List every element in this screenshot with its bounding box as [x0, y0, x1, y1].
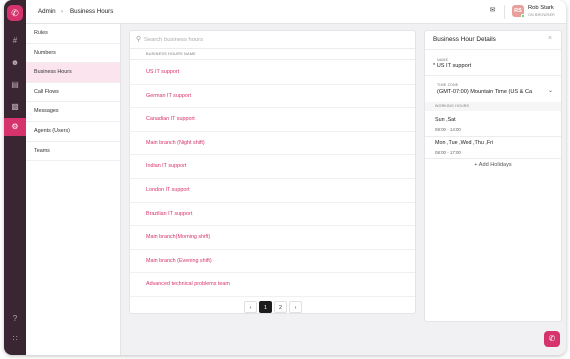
- list-item[interactable]: Advanced technical problems team: [130, 273, 415, 297]
- phone-icon[interactable]: ✆: [7, 5, 23, 21]
- list-item[interactable]: Main branch (Evening shift): [130, 250, 415, 274]
- divider: [425, 136, 561, 137]
- divider: [504, 5, 505, 19]
- subnav-item-agents[interactable]: Agents (Users): [26, 122, 120, 142]
- close-icon[interactable]: ×: [548, 35, 552, 42]
- users-icon[interactable]: ☻: [4, 54, 26, 72]
- business-hours-list: ⚲ BUSINESS HOURS NAME US IT support Germ…: [129, 30, 416, 314]
- add-holidays-button[interactable]: + Add Holidays: [425, 162, 561, 168]
- working-hours-header: WORKING HOURS: [425, 102, 561, 111]
- page-2-button[interactable]: 2: [274, 301, 287, 313]
- rows: US IT support German IT support Canadian…: [130, 61, 415, 297]
- search-input[interactable]: [144, 34, 404, 46]
- name-label: NAME: [437, 58, 449, 62]
- breadcrumb-separator: ›: [61, 9, 63, 15]
- list-item[interactable]: Main branch(Morning shift): [130, 226, 415, 250]
- icon-rail: ✆ # ☻ ▤ ▩ ⚙ ? ∷: [4, 0, 26, 355]
- schedule-hours: 08:00 - 17:00: [435, 150, 461, 155]
- subnav-item-numbers[interactable]: Numbers: [26, 44, 120, 64]
- top-bar: Admin › Business Hours ✉ RS Rob Stark ON…: [26, 0, 566, 24]
- list-item[interactable]: German IT support: [130, 85, 415, 109]
- timezone-select[interactable]: (GMT-07:00) Mountain Time (US & Ca: [437, 89, 532, 95]
- list-item[interactable]: Canadian IT support: [130, 108, 415, 132]
- details-title: Business Hour Details: [433, 36, 496, 43]
- schedule-days: Sun ,Sat: [435, 117, 456, 123]
- page-1-button[interactable]: 1: [259, 301, 272, 313]
- divider: [425, 158, 561, 159]
- hash-icon[interactable]: #: [4, 32, 26, 50]
- user-name[interactable]: Rob Stark: [528, 5, 554, 11]
- divider: [425, 75, 561, 76]
- subnav-item-business-hours[interactable]: Business Hours: [26, 63, 120, 83]
- column-header: BUSINESS HOURS NAME: [130, 49, 415, 60]
- schedule-days: Mon ,Tue ,Wed ,Thu ,Fri: [435, 140, 494, 146]
- help-icon[interactable]: ?: [4, 310, 26, 328]
- timezone-label: TIME ZONE: [437, 83, 459, 87]
- list-item[interactable]: US IT support: [130, 61, 415, 85]
- search-icon: ⚲: [136, 36, 142, 43]
- breadcrumb-section[interactable]: Admin: [38, 0, 56, 24]
- online-status-dot: [521, 14, 525, 18]
- inbox-icon[interactable]: ▤: [4, 76, 26, 94]
- schedule-hours: 08:00 - 14:00: [435, 127, 461, 132]
- business-hour-details: Business Hour Details × NAME * US IT sup…: [424, 30, 562, 322]
- chevron-down-icon[interactable]: ⌄: [548, 87, 553, 94]
- name-field[interactable]: * US IT support: [433, 63, 471, 69]
- app-window: ✆ # ☻ ▤ ▩ ⚙ ? ∷ Admin › Business Hours ✉…: [4, 0, 566, 355]
- list-item[interactable]: Brazilian IT support: [130, 203, 415, 227]
- subnav-item-teams[interactable]: Teams: [26, 142, 120, 162]
- search-bar: ⚲: [130, 31, 415, 49]
- prev-page-button[interactable]: ‹: [244, 301, 257, 313]
- next-page-button[interactable]: ›: [289, 301, 302, 313]
- subnav-item-messages[interactable]: Messages: [26, 102, 120, 122]
- chart-icon[interactable]: ▩: [4, 98, 26, 116]
- subnav-item-rules[interactable]: Rules: [26, 24, 120, 44]
- phone-icon[interactable]: ✆: [544, 331, 560, 347]
- list-item[interactable]: Indian IT support: [130, 155, 415, 179]
- divider: [425, 49, 561, 50]
- page-title: Business Hours: [70, 8, 114, 15]
- admin-subnav: Rules Numbers Business Hours Call Flows …: [26, 24, 121, 355]
- user-status: ON BROWSER: [528, 13, 555, 17]
- grid-icon[interactable]: ∷: [4, 330, 26, 348]
- list-item[interactable]: London IT support: [130, 179, 415, 203]
- bell-icon[interactable]: ✉: [487, 6, 498, 17]
- gear-icon[interactable]: ⚙: [4, 118, 26, 136]
- list-item[interactable]: Main branch (Night shift): [130, 132, 415, 156]
- subnav-item-call-flows[interactable]: Call Flows: [26, 83, 120, 103]
- pagination: ‹ 1 2 ›: [244, 301, 302, 313]
